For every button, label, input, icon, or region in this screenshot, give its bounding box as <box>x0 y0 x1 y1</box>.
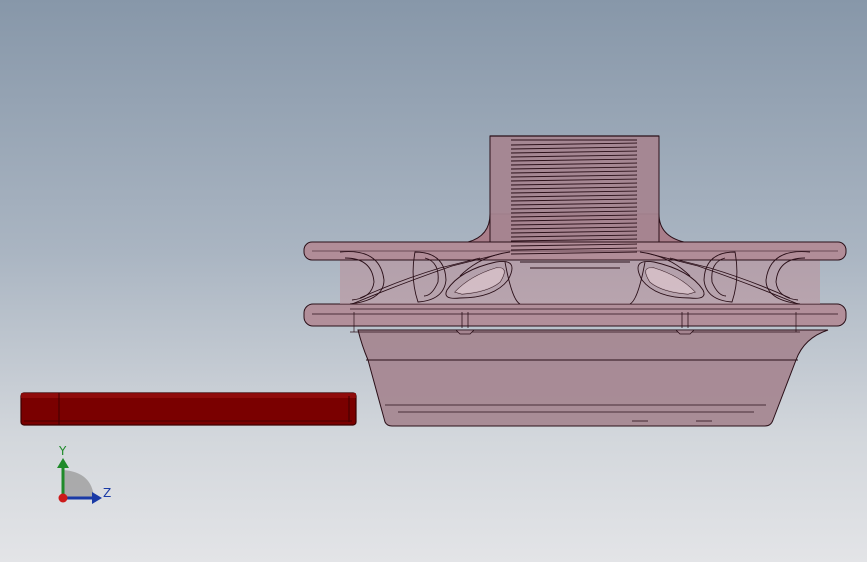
x-axis-dot <box>58 493 68 503</box>
z-axis-label: Z <box>103 486 111 500</box>
lower-flange <box>303 303 847 327</box>
housing-part[interactable] <box>303 135 847 427</box>
model-scene[interactable]: Y Z <box>0 0 867 562</box>
triad-plane <box>63 470 94 498</box>
graphics-viewport[interactable]: Y Z <box>0 0 867 562</box>
orientation-triad[interactable]: Y Z <box>57 444 111 504</box>
housing-base <box>357 329 829 427</box>
z-axis-head <box>92 492 102 504</box>
bar-part[interactable] <box>20 392 357 426</box>
y-axis-label: Y <box>58 444 67 458</box>
bar-top-face <box>21 393 356 398</box>
y-axis-head <box>57 458 69 468</box>
